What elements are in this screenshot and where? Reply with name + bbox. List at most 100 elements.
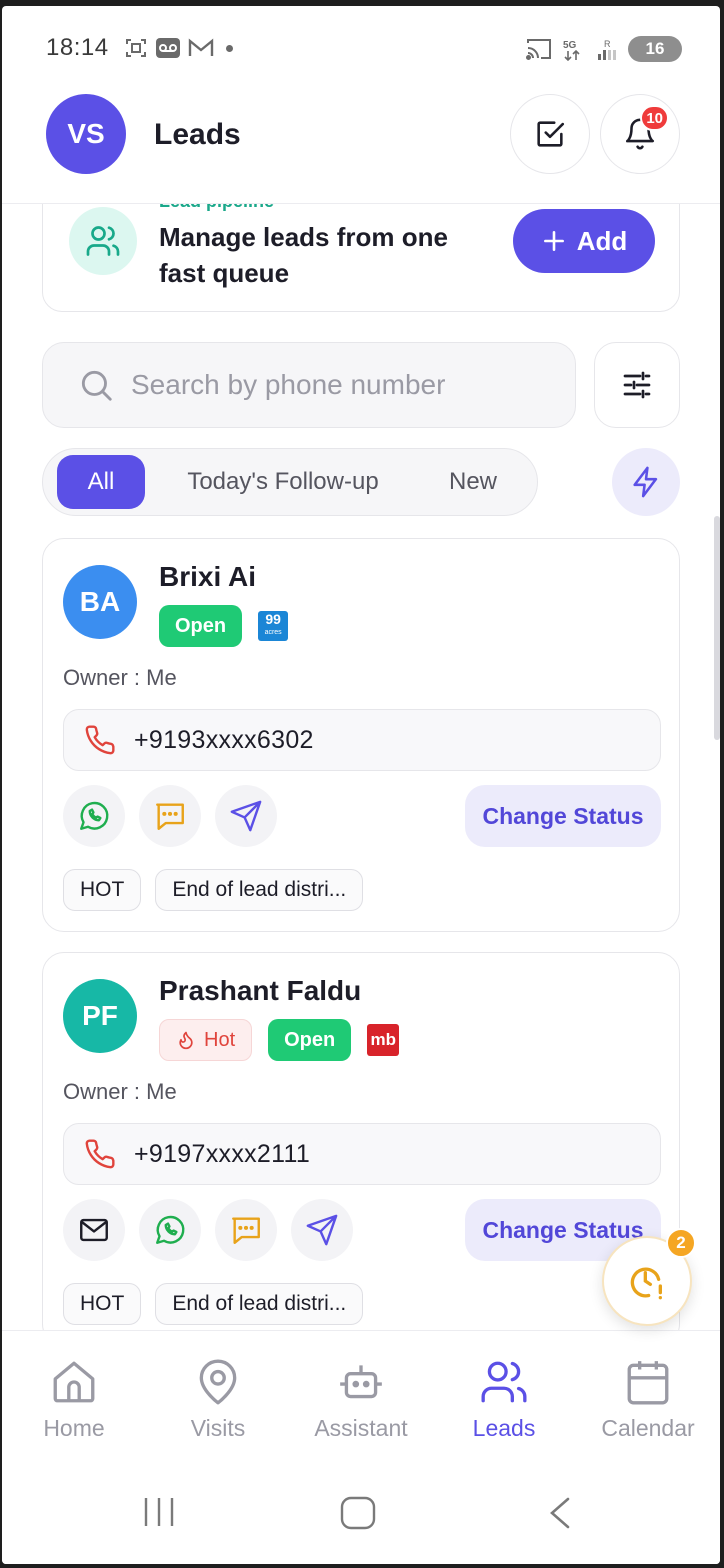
whatsapp-button[interactable] <box>63 785 125 847</box>
home-system-button[interactable] <box>340 1496 376 1530</box>
nav-leads-label: Leads <box>472 1415 536 1441</box>
lead-filter-tabs: All Today's Follow-up New <box>42 448 538 516</box>
tab-new-label: New <box>448 468 497 495</box>
filter-button[interactable] <box>594 342 680 428</box>
status-badge: Open <box>159 605 243 647</box>
bottom-navigation: Home Visits Assistant Leads Calendar <box>2 1330 720 1470</box>
search-icon <box>81 370 112 401</box>
lead-actions <box>63 1199 353 1261</box>
change-status-button[interactable]: Change Status <box>465 785 661 847</box>
svg-text:R: R <box>604 39 611 49</box>
reminders-fab[interactable]: 2 <box>602 1228 696 1326</box>
scrollbar[interactable] <box>714 516 720 740</box>
tag-chip[interactable]: HOT <box>63 1283 142 1325</box>
add-lead-button[interactable]: Add <box>513 209 655 273</box>
lead-initials: PF <box>82 1000 118 1031</box>
lead-badges: Hot Open mb <box>159 1019 400 1061</box>
pipeline-card: Lead pipeline Manage leads from one fast… <box>42 204 680 312</box>
message-icon <box>156 803 184 830</box>
page-title: Leads <box>154 118 241 151</box>
signal-icon: R <box>598 39 616 60</box>
nav-assistant-label: Assistant <box>314 1415 408 1441</box>
voicemail-icon <box>156 38 180 58</box>
nav-home[interactable]: Home <box>4 1357 144 1442</box>
lead-badges: Open 99 acres <box>159 605 289 647</box>
lead-card[interactable]: BA Brixi Ai Open 99 acres Owner : Me +919… <box>42 538 680 932</box>
recent-apps-button[interactable] <box>142 1496 176 1528</box>
message-icon <box>232 1217 260 1244</box>
tab-all[interactable]: All <box>57 455 145 509</box>
tag-chip[interactable]: End of lead distri... <box>155 1283 364 1325</box>
lead-phone-row[interactable]: +9193xxxx6302 <box>63 709 661 771</box>
sliders-icon <box>623 371 651 399</box>
lead-tags: HOT End of lead distri... <box>63 869 364 911</box>
tab-all-label: All <box>87 468 115 495</box>
lead-card[interactable]: PF Prashant Faldu Hot Open mb Owner : Me… <box>42 952 680 1330</box>
tab-new[interactable]: New <box>423 455 523 509</box>
quick-actions-button[interactable] <box>612 448 680 516</box>
phone-screen: 18:14 5G R 16 VS Leads 10 Lead pipeline <box>2 6 720 1564</box>
notification-count-badge: 10 <box>640 105 669 131</box>
pipeline-headline: Manage leads from one fast queue <box>159 222 448 288</box>
system-navigation-bar <box>2 1470 720 1564</box>
tag-chip[interactable]: HOT <box>63 869 142 911</box>
phone-search-input[interactable] <box>131 369 551 401</box>
map-pin-icon <box>199 1359 237 1405</box>
lead-initials: BA <box>79 586 121 617</box>
send-button[interactable] <box>291 1199 353 1261</box>
nav-assistant[interactable]: Assistant <box>291 1357 431 1442</box>
status-bar: 18:14 5G R 16 <box>2 6 720 86</box>
status-system-icons: 5G R 16 <box>526 36 682 62</box>
phone-icon <box>85 1139 115 1169</box>
source-99acres-number: 99 <box>265 611 281 627</box>
fab-count-badge: 2 <box>666 1228 696 1258</box>
back-button[interactable] <box>546 1496 574 1530</box>
nav-visits[interactable]: Visits <box>148 1357 288 1442</box>
sms-button[interactable] <box>139 785 201 847</box>
pipeline-users-icon <box>69 207 137 275</box>
phone-icon <box>85 725 115 755</box>
mail-icon <box>80 1218 108 1242</box>
add-lead-label: Add <box>576 225 628 256</box>
user-avatar[interactable]: VS <box>46 94 126 174</box>
more-notifications-dot <box>226 44 233 52</box>
network-5g-icon: 5G <box>563 40 580 61</box>
nav-home-label: Home <box>43 1415 105 1441</box>
whatsapp-icon <box>80 801 109 830</box>
battery-level: 16 <box>645 39 665 58</box>
nav-calendar[interactable]: Calendar <box>578 1357 718 1442</box>
clock-alert-icon <box>630 1267 662 1300</box>
nav-leads[interactable]: Leads <box>434 1357 574 1442</box>
send-button[interactable] <box>215 785 277 847</box>
lead-phone-number: +9193xxxx6302 <box>134 725 314 754</box>
whatsapp-button[interactable] <box>139 1199 201 1261</box>
lead-owner: Owner : Me <box>63 1079 177 1104</box>
status-badge: Open <box>268 1019 352 1061</box>
source-99acres-logo: 99 acres <box>258 611 289 641</box>
flame-icon <box>179 1031 193 1050</box>
send-icon <box>306 1214 338 1246</box>
nav-visits-label: Visits <box>190 1415 246 1441</box>
email-button[interactable] <box>63 1199 125 1261</box>
lead-avatar: BA <box>63 565 137 639</box>
search-bar[interactable] <box>42 342 576 428</box>
leads-content[interactable]: Lead pipeline Manage leads from one fast… <box>2 204 720 1330</box>
lead-phone-row[interactable]: +9197xxxx2111 <box>63 1123 661 1185</box>
sms-button[interactable] <box>215 1199 277 1261</box>
nav-calendar-label: Calendar <box>601 1415 695 1441</box>
tasks-button[interactable] <box>510 94 590 174</box>
gmail-icon <box>188 38 214 56</box>
screenshot-icon <box>126 39 146 57</box>
whatsapp-icon <box>156 1215 185 1244</box>
lightning-icon <box>633 466 658 498</box>
notifications-button[interactable]: 10 <box>600 94 680 174</box>
tab-todays-follow-up[interactable]: Today's Follow-up <box>165 455 401 509</box>
robot-icon <box>340 1365 382 1399</box>
source-99acres-word: acres <box>264 629 282 636</box>
home-icon <box>53 1361 95 1403</box>
lead-name: Prashant Faldu <box>159 975 362 1006</box>
priority-badge: Hot <box>159 1019 253 1061</box>
priority-label: Hot <box>204 1028 236 1051</box>
pipeline-kicker: Lead pipeline <box>159 204 274 212</box>
tag-chip[interactable]: End of lead distri... <box>155 869 364 911</box>
